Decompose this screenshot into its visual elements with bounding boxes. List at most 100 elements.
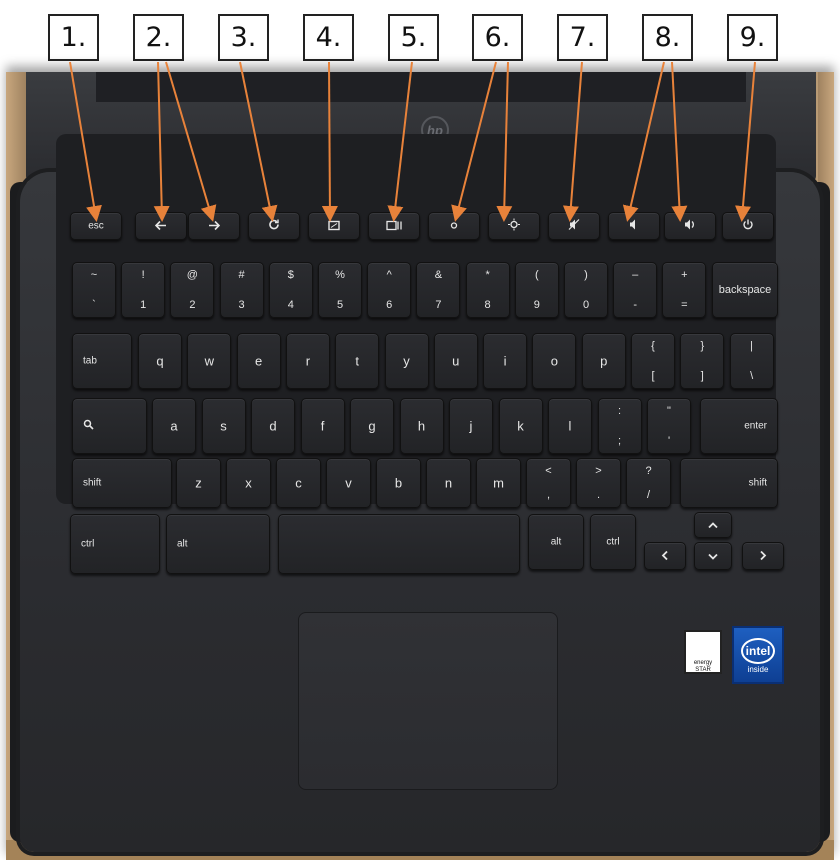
key-tab[interactable]: tab (72, 333, 132, 389)
key-1[interactable]: ! 1 (121, 262, 166, 318)
key-sym[interactable]: | \ (729, 333, 774, 389)
key-base-label: = (681, 299, 688, 311)
key-j[interactable]: j (449, 398, 493, 454)
key-sym[interactable]: + = (662, 262, 707, 318)
key-i[interactable]: i (483, 333, 528, 389)
key-sym[interactable]: }] (680, 333, 725, 389)
key-c[interactable]: c (276, 458, 321, 508)
key-volume-up[interactable] (664, 212, 716, 240)
key-r[interactable]: r (285, 333, 330, 389)
key-base-label: [ (651, 370, 655, 382)
key-q[interactable]: q (138, 333, 182, 389)
callout-9: 9. (727, 14, 778, 61)
key-overview[interactable] (368, 212, 420, 240)
key-sym[interactable]: >. (576, 458, 621, 508)
key-o[interactable]: o (532, 333, 577, 389)
key-alt[interactable]: alt (528, 514, 584, 570)
touchpad[interactable] (298, 612, 558, 790)
key-0[interactable]: ) 0 (564, 262, 608, 318)
key-sym[interactable]: {[ (631, 333, 675, 389)
key-6[interactable]: ^ 6 (367, 262, 412, 318)
key-label: esc (88, 220, 104, 232)
key-e[interactable]: e (236, 333, 281, 389)
key-4[interactable]: $4 (268, 262, 313, 318)
key-w[interactable]: w (187, 333, 232, 389)
brightness-down-icon (429, 219, 479, 234)
key-brightness-up[interactable] (488, 212, 540, 240)
key-enter[interactable]: enter (700, 398, 778, 454)
key-left-arrow[interactable] (644, 542, 686, 570)
key-space[interactable] (278, 514, 520, 574)
key-shift[interactable]: shift (72, 458, 172, 508)
key-sym[interactable]: :; (597, 398, 642, 454)
key-sym[interactable]: ? / (626, 458, 671, 508)
key-k[interactable]: k (498, 398, 543, 454)
key-v[interactable]: v (326, 458, 371, 508)
key-x[interactable]: x (226, 458, 271, 508)
key-base-label: 5 (336, 299, 344, 311)
key-l[interactable]: l (548, 398, 592, 454)
key-backspace[interactable]: backspace (712, 262, 778, 318)
key-fullscreen[interactable] (308, 212, 360, 240)
key-label: n (444, 475, 453, 491)
key-a[interactable]: a (152, 398, 196, 454)
key-esc[interactable]: esc (70, 212, 122, 240)
callout-4: 4. (303, 14, 354, 61)
key-ctrl[interactable]: ctrl (590, 514, 636, 570)
key-shift[interactable]: shift (680, 458, 778, 508)
key-down-arrow[interactable] (694, 542, 732, 570)
key-9[interactable]: (9 (514, 262, 559, 318)
key-base-label: ] (700, 370, 704, 382)
key-sym[interactable]: <, (526, 458, 571, 508)
key-n[interactable]: n (426, 458, 471, 508)
key-forward-arrow[interactable] (188, 212, 240, 240)
key-base-label: ; (617, 435, 622, 447)
key-z[interactable]: z (176, 458, 221, 508)
key-ctrl[interactable]: ctrl (70, 514, 160, 574)
key-7[interactable]: & 7 (416, 262, 461, 318)
key-right-arrow[interactable] (742, 542, 784, 570)
key-sym[interactable]: – - (613, 262, 658, 318)
overview-icon (369, 219, 419, 234)
power-icon (723, 219, 773, 234)
key-power[interactable] (722, 212, 774, 240)
key-back-arrow[interactable] (135, 212, 187, 240)
key-up-arrow[interactable] (694, 512, 732, 538)
key-brightness-down[interactable] (428, 212, 480, 240)
key-sym[interactable]: " ' (647, 398, 691, 454)
key-b[interactable]: b (376, 458, 421, 508)
key-shift-label: > (595, 465, 602, 477)
key-label: m (493, 475, 504, 491)
key-g[interactable]: g (350, 398, 394, 454)
key-u[interactable]: u (433, 333, 478, 389)
key-base-label: ' (667, 435, 671, 447)
key-shift-label: ^ (386, 269, 392, 281)
up-arrow-icon (695, 518, 731, 533)
key-alt[interactable]: alt (166, 514, 270, 574)
key-p[interactable]: p (581, 333, 626, 389)
key-3[interactable]: #3 (219, 262, 264, 318)
key-f[interactable]: f (300, 398, 345, 454)
key-base-label: 4 (287, 299, 294, 311)
key-shift-label: { (651, 340, 655, 352)
key-d[interactable]: d (251, 398, 295, 454)
key-refresh[interactable] (248, 212, 300, 240)
key-t[interactable]: t (335, 333, 380, 389)
key-base-label: / (646, 489, 651, 501)
key-search[interactable] (72, 398, 147, 454)
key-y[interactable]: y (384, 333, 429, 389)
key-label: alt (550, 536, 562, 548)
key-shift-label: " (667, 405, 671, 417)
key-label: f (320, 418, 325, 434)
key-h[interactable]: h (399, 398, 444, 454)
key-volume-down[interactable] (608, 212, 660, 240)
key-s[interactable]: s (201, 398, 246, 454)
key-label: p (600, 353, 608, 369)
key-8[interactable]: * 8 (465, 262, 510, 318)
key-5[interactable]: % 5 (318, 262, 362, 318)
key-mute[interactable] (548, 212, 600, 240)
key-m[interactable]: m (476, 458, 521, 508)
key-backtick[interactable]: ~ ` (72, 262, 116, 318)
left-arrow-icon (645, 549, 685, 564)
key-2[interactable]: @2 (170, 262, 215, 318)
